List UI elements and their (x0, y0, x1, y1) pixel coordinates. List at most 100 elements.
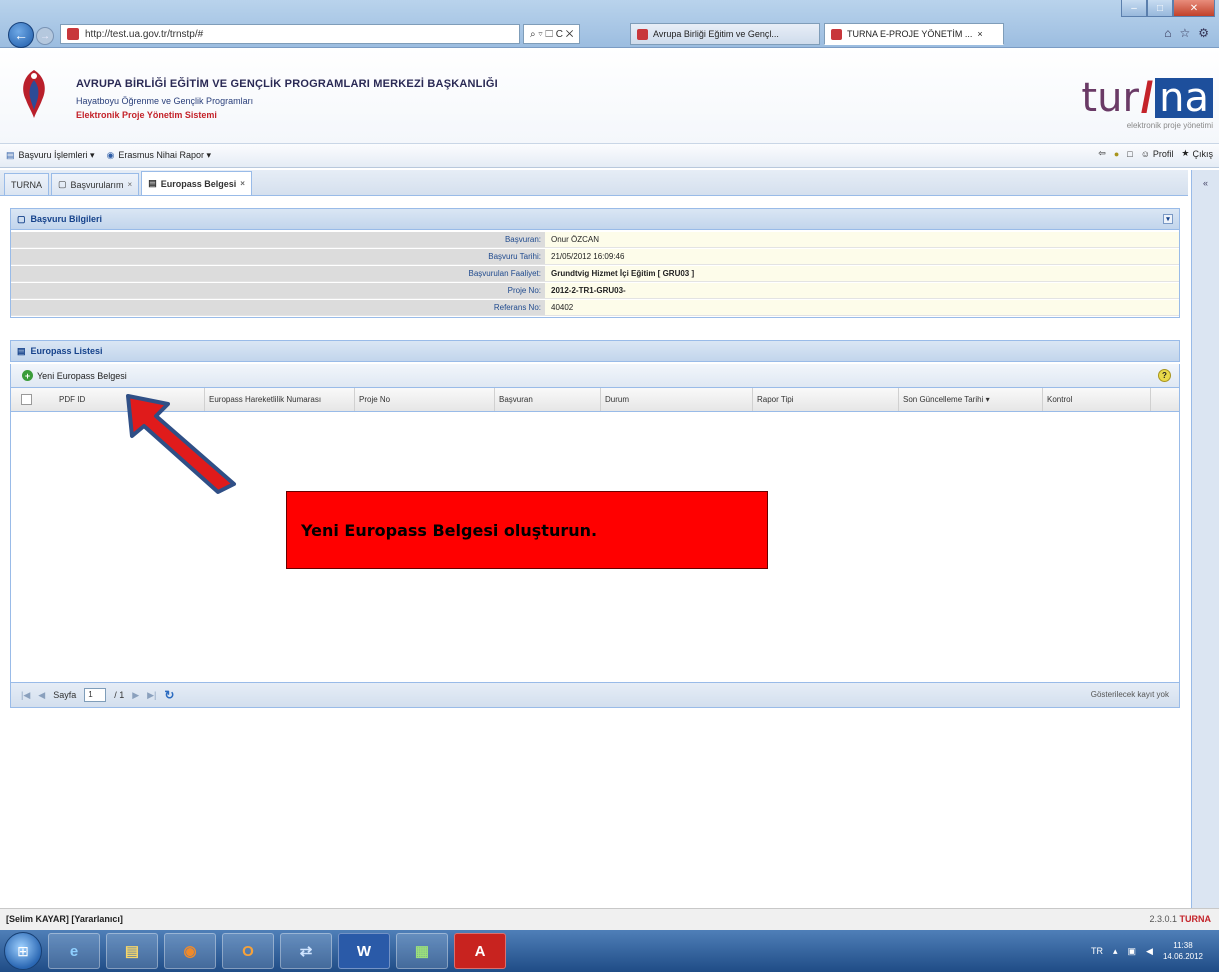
panel-icon: ▢ (17, 213, 26, 224)
info-panel-title: Başvuru Bilgileri (30, 214, 103, 224)
info-label: Başvuru Tarihi: (11, 249, 545, 264)
tab-favicon-icon (831, 28, 842, 40)
maximize-button[interactable]: □ (1147, 0, 1173, 17)
tab-favicon-icon (637, 28, 648, 40)
menu-right-tools: ⇦ ● □ ☺ Profil ★ Çıkış (1098, 148, 1213, 159)
info-label: Başvurulan Faaliyet: (11, 266, 545, 281)
browser-window-frame: – □ ✕ ← → http://test.ua.gov.tr/trnstp/#… (0, 0, 1219, 48)
profile-link[interactable]: ☺ Profil (1141, 149, 1174, 159)
page-label: Sayfa (53, 690, 77, 700)
exit-icon: ★ (1181, 148, 1190, 158)
new-europass-button[interactable]: + Yeni Europass Belgesi (19, 368, 130, 383)
new-europass-label: Yeni Europass Belgesi (37, 370, 127, 381)
help-icon[interactable]: ● (1114, 149, 1119, 159)
column-rapor-tipi[interactable]: Rapor Tipi (753, 388, 899, 411)
clock[interactable]: 11:38 14.06.2012 (1163, 940, 1203, 962)
info-label: Proje No: (11, 283, 545, 298)
media-player-icon[interactable]: ◉ (164, 933, 216, 969)
select-all-checkbox[interactable] (21, 394, 32, 405)
page-icon[interactable]: □ (1127, 149, 1132, 159)
exit-link[interactable]: ★ Çıkış (1181, 148, 1213, 159)
start-button-icon[interactable]: ⊞ (4, 932, 42, 970)
prev-page-icon[interactable]: ◀ (38, 690, 45, 701)
language-indicator[interactable]: TR (1091, 946, 1103, 956)
outlook-icon[interactable]: O (222, 933, 274, 969)
info-value: 40402 (545, 300, 1179, 315)
pager: |◀ ◀ Sayfa 1 / 1 ▶ ▶| ↻ Gösterilecek kay… (10, 682, 1180, 708)
info-row: Proje No: 2012-2-TR1-GRU03- (11, 283, 1179, 299)
column-basvuran[interactable]: Başvuran (495, 388, 601, 411)
browser-tab-turna[interactable]: TURNA E-PROJE YÖNETİM ... × (824, 23, 1004, 45)
back-arrow-icon[interactable]: ← (8, 22, 34, 48)
menu-basvuru-islemleri[interactable]: ▤ Başvuru İşlemleri ▾ (0, 150, 101, 161)
column-son-guncelleme[interactable]: Son Güncelleme Tarihi ▾ (899, 388, 1043, 411)
tab-close-icon[interactable]: × (240, 179, 245, 188)
internet-explorer-icon[interactable]: e (48, 933, 100, 969)
help-icon[interactable]: ? (1158, 369, 1171, 382)
word-icon[interactable]: W (338, 933, 390, 969)
clock-time: 11:38 (1173, 941, 1193, 950)
add-icon: + (22, 370, 33, 381)
tab-close-icon[interactable]: × (977, 29, 982, 39)
app-tab-strip: TURNA ▢ Başvurularım × ▤ Europass Belges… (0, 170, 1188, 196)
logo-slash: / (1140, 73, 1154, 122)
panel-icon: ▤ (17, 345, 26, 356)
site-favicon-icon (67, 28, 79, 40)
system-name: Elektronik Proje Yönetim Sistemi (76, 110, 217, 120)
column-proje-no[interactable]: Proje No (355, 388, 495, 411)
tab-turna[interactable]: TURNA (4, 173, 49, 195)
tab-label: TURNA (11, 179, 42, 190)
home-icon[interactable]: ⌂ (1164, 26, 1171, 40)
column-durum[interactable]: Durum (601, 388, 753, 411)
address-bar[interactable]: http://test.ua.gov.tr/trnstp/# (60, 24, 520, 44)
org-title: AVRUPA BİRLİĞİ EĞİTİM VE GENÇLİK PROGRAM… (76, 78, 498, 90)
tab-close-icon[interactable]: × (128, 180, 133, 189)
menu-erasmus-nihai-rapor[interactable]: ◉ Erasmus Nihai Rapor ▾ (101, 150, 217, 161)
status-bar: [Selim KAYAR] [Yararlanıcı] 2.3.0.1 TURN… (0, 908, 1219, 930)
windows-taskbar: ⊞ e ▤ ◉ O ⇄ W ▦ A TR ▴ ▣ ◀ 11:38 14.06.2… (0, 930, 1219, 972)
info-row: Başvuran: Onur ÖZCAN (11, 232, 1179, 248)
address-tools-icons[interactable]: ⌕ ▿ ☐ C ✕ (530, 29, 573, 40)
volume-icon[interactable]: ◀ (1146, 946, 1153, 957)
info-value: 2012-2-TR1-GRU03- (545, 283, 1179, 298)
clock-date: 14.06.2012 (1162, 952, 1203, 961)
info-panel-header: ▢ Başvuru Bilgileri ▾ (10, 208, 1180, 230)
info-row: Başvurulan Faaliyet: Grundtvig Hizmet İç… (11, 266, 1179, 282)
archive-app-icon[interactable]: ▦ (396, 933, 448, 969)
column-kontrol[interactable]: Kontrol (1043, 388, 1151, 411)
tab-label: Başvurularım (70, 179, 124, 190)
version-number: 2.3.0.1 (1149, 914, 1177, 924)
address-url[interactable]: http://test.ua.gov.tr/trnstp/# (85, 29, 203, 40)
show-hidden-icons-icon[interactable]: ▴ (1113, 946, 1118, 957)
forward-arrow-icon[interactable]: → (36, 27, 54, 45)
address-tools[interactable]: ⌕ ▿ ☐ C ✕ (523, 24, 581, 44)
network-icon[interactable]: ▣ (1128, 946, 1137, 957)
refresh-icon[interactable]: ↻ (164, 688, 174, 702)
app-version: 2.3.0.1 TURNA (1149, 914, 1211, 924)
tab-basvurularim[interactable]: ▢ Başvurularım × (51, 173, 140, 195)
close-window-button[interactable]: ✕ (1173, 0, 1215, 17)
window-controls: – □ ✕ (1121, 0, 1215, 17)
collapse-icon[interactable]: ▾ (1163, 214, 1173, 224)
browser-tab-label: Avrupa Birliği Eğitim ve Gençl... (653, 29, 779, 39)
tab-europass-belgesi[interactable]: ▤ Europass Belgesi × (141, 171, 252, 195)
first-page-icon[interactable]: |◀ (21, 690, 30, 701)
last-page-icon[interactable]: ▶| (147, 690, 156, 701)
info-label: Başvuran: (11, 232, 545, 247)
page-number-input[interactable]: 1 (84, 688, 107, 702)
exit-label: Çıkış (1192, 148, 1213, 159)
network-app-icon[interactable]: ⇄ (280, 933, 332, 969)
back-icon[interactable]: ⇦ (1098, 148, 1106, 159)
file-explorer-icon[interactable]: ▤ (106, 933, 158, 969)
settings-gear-icon[interactable]: ⚙ (1198, 26, 1209, 40)
favorites-star-icon[interactable]: ☆ (1179, 26, 1190, 40)
minimize-button[interactable]: – (1121, 0, 1147, 17)
tab-label: Europass Belgesi (160, 178, 237, 189)
info-value: Onur ÖZCAN (545, 232, 1179, 247)
app-header: AVRUPA BİRLİĞİ EĞİTİM VE GENÇLİK PROGRAM… (0, 48, 1219, 144)
pdf-reader-icon[interactable]: A (454, 933, 506, 969)
logo-caption: elektronik proje yönetimi (1126, 121, 1213, 130)
browser-tab-ab[interactable]: Avrupa Birliği Eğitim ve Gençl... (630, 23, 820, 45)
expand-left-icon[interactable]: « (1199, 176, 1213, 190)
next-page-icon[interactable]: ▶ (132, 690, 139, 701)
